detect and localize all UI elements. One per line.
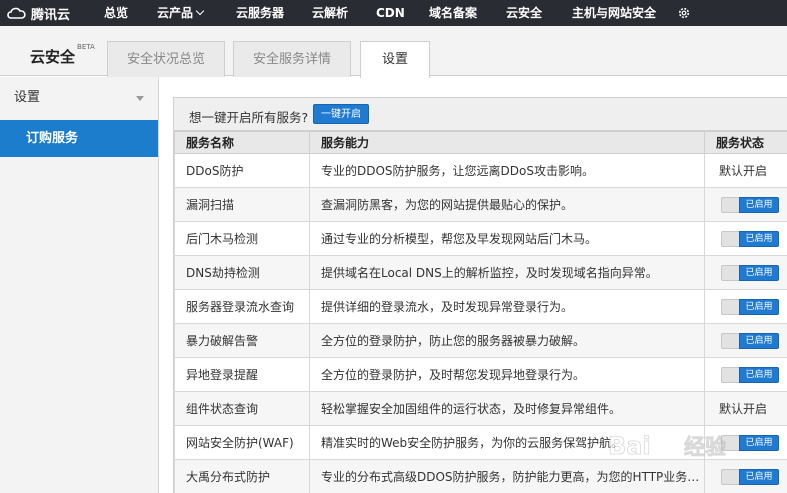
sidebar: 设置 订购服务 [0,77,159,493]
nav-domain-icp[interactable]: 域名备案 [429,0,477,26]
toggle-enabled-label: 已启用 [739,332,779,349]
chevron-down-icon [195,6,205,16]
page-title-text: 云安全 [30,48,76,66]
beta-badge: BETA [77,43,95,51]
table-row: 暴力破解告警 全方位的登录防护，防止您的服务器被暴力破解。 已启用 [174,323,787,358]
table-row: DNS劫持检测 提供域名在Local DNS上的解析监控，及时发现域名指向异常。… [174,255,787,290]
tab-security-overview[interactable]: 安全状况总览 [107,41,225,77]
tab-service-details[interactable]: 安全服务详情 [233,41,351,77]
toggle-track [721,196,739,213]
service-name: 暴力破解告警 [174,323,310,358]
table-row: 组件状态查询 轻松掌握安全加固组件的运行状态，及时修复异常组件。 默认开启 [174,391,787,426]
service-desc: 查漏洞防黑客，为您的网站提供最贴心的保护。 [309,187,705,222]
caret-down-icon [136,96,144,101]
service-toggle[interactable]: 已启用 [721,264,787,281]
table-row: 后门木马检测 通过专业的分析模型，帮您及早发现网站后门木马。 已启用 [174,221,787,256]
table-row: 漏洞扫描 查漏洞防黑客，为您的网站提供最贴心的保护。 已启用 [174,187,787,222]
brand-logo[interactable]: 腾讯云 [6,3,70,23]
enable-all-button[interactable]: 一键开启 [313,104,369,124]
enable-all-prompt: 想一键开启所有服务? [189,110,309,125]
column-header-capability: 服务能力 [309,131,705,154]
enable-all-bar: 想一键开启所有服务? 一键开启 [174,98,787,131]
nav-cvm[interactable]: 云服务器 [236,0,284,26]
service-desc: 轻松掌握安全加固组件的运行状态，及时修复异常组件。 [309,391,705,426]
tab-settings[interactable]: 设置 [360,41,430,78]
toggle-enabled-label: 已启用 [739,298,779,315]
toggle-enabled-label: 已启用 [739,366,779,383]
gear-icon[interactable] [677,6,691,20]
service-desc: 通过专业的分析模型，帮您及早发现网站后门木马。 [309,221,705,256]
top-navbar: 腾讯云 总览 云产品 云服务器 云解析 CDN 域名备案 云安全 主机与网站安全 [0,0,787,26]
toggle-track [721,264,739,281]
service-toggle[interactable]: 已启用 [721,468,787,485]
service-desc: 专业的DDOS防护服务，让您远离DDoS攻击影响。 [309,153,705,188]
service-desc: 全方位的登录防护，防止您的服务器被暴力破解。 [309,323,705,358]
service-toggle[interactable]: 已启用 [721,298,787,315]
toggle-track [721,298,739,315]
service-status-cell: 已启用 [704,459,787,493]
service-name: 网站安全防护(WAF) [174,425,310,460]
table-row: DDoS防护 专业的DDOS防护服务，让您远离DDoS攻击影响。 默认开启 [174,153,787,188]
service-status: 默认开启 [704,153,787,188]
service-desc: 全方位的登录防护，及时帮您发现异地登录行为。 [309,357,705,392]
nav-cdn[interactable]: CDN [376,0,405,26]
nav-products[interactable]: 云产品 [157,0,205,26]
service-desc: 专业的分布式高级DDOS防护服务，防护能力更高，为您的HTTP业务保驾护航。 [309,459,705,493]
service-name: 服务器登录流水查询 [174,289,310,324]
toggle-enabled-label: 已启用 [739,230,779,247]
nav-cloud-security[interactable]: 云安全 [506,0,542,26]
svg-text:Bai: Bai [608,432,651,460]
service-toggle[interactable]: 已启用 [721,366,787,383]
table-header-row: 服务名称 服务能力 服务状态 [174,131,787,154]
page-title: 云安全BETA [30,43,95,67]
service-status-cell: 已启用 [704,323,787,358]
cloud-logo-icon [7,7,26,19]
toggle-enabled-label: 已启用 [739,196,779,213]
sidebar-section-label: 设置 [14,90,41,105]
table-row: 大禹分布式防护 专业的分布式高级DDOS防护服务，防护能力更高，为您的HTTP业… [174,459,787,493]
sidebar-item-subscribe[interactable]: 订购服务 [0,120,158,157]
service-name: DNS劫持检测 [174,255,310,290]
service-status: 默认开启 [704,391,787,426]
service-status-cell: 已启用 [704,255,787,290]
nav-products-label: 云产品 [157,6,194,20]
nav-host-security[interactable]: 主机与网站安全 [572,0,656,26]
table-row: 服务器登录流水查询 提供详细的登录流水，及时发现异常登录行为。 已启用 [174,289,787,324]
toggle-track [721,366,739,383]
svg-text:经验: 经验 [684,435,726,459]
service-toggle[interactable]: 已启用 [721,332,787,349]
service-name: 异地登录提醒 [174,357,310,392]
service-toggle[interactable]: 已启用 [721,230,787,247]
toggle-enabled-label: 已启用 [739,264,779,281]
nav-overview[interactable]: 总览 [104,0,128,26]
table-row: 异地登录提醒 全方位的登录防护，及时帮您发现异地登录行为。 已启用 [174,357,787,392]
toggle-enabled-label: 已启用 [739,468,779,485]
brand-name: 腾讯云 [31,7,71,23]
page-header: 云安全BETA 安全状况总览 安全服务详情 设置 [0,26,787,78]
service-name: 组件状态查询 [174,391,310,426]
service-name: DDoS防护 [174,153,310,188]
service-status-cell: 已启用 [704,289,787,324]
toggle-track [721,332,739,349]
service-status-cell: 已启用 [704,357,787,392]
service-name: 漏洞扫描 [174,187,310,222]
toggle-track [721,230,739,247]
column-header-name: 服务名称 [174,131,310,154]
nav-dns[interactable]: 云解析 [312,0,348,26]
column-header-status: 服务状态 [704,131,787,154]
service-status-cell: 已启用 [704,221,787,256]
sidebar-section-settings[interactable]: 设置 [0,77,158,119]
service-desc: 提供详细的登录流水，及时发现异常登录行为。 [309,289,705,324]
service-name: 大禹分布式防护 [174,459,310,493]
toggle-track [721,468,739,485]
service-desc: 提供域名在Local DNS上的解析监控，及时发现域名指向异常。 [309,255,705,290]
service-toggle[interactable]: 已启用 [721,196,787,213]
service-name: 后门木马检测 [174,221,310,256]
service-status-cell: 已启用 [704,187,787,222]
baidu-watermark-logo: Bai 经验 [608,432,727,461]
